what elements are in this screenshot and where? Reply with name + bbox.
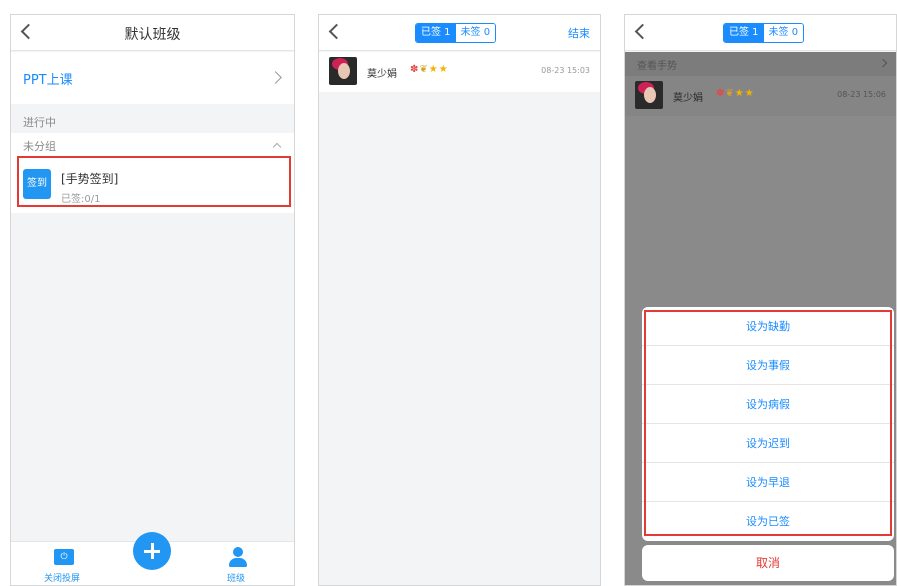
tab-unsigned[interactable]: 未签 0 bbox=[455, 24, 496, 42]
signed-tabs: 已签 1 未签 0 bbox=[723, 23, 805, 43]
ppt-class-label: PPT上课 bbox=[23, 73, 73, 88]
medal-icons: ✽❦★★ bbox=[716, 88, 755, 99]
view-gesture-row: 查看手势 bbox=[625, 52, 896, 76]
signin-time: 08-23 15:06 bbox=[837, 90, 886, 99]
screen-icon[interactable]: ⏻ bbox=[54, 549, 74, 565]
tab-unsigned[interactable]: 未签 0 bbox=[763, 24, 804, 42]
chevron-right-icon bbox=[878, 58, 888, 68]
screen-signin-list: 已签 1 未签 0 结束 莫少娟 ✽❦★★ 08-23 15:03 bbox=[318, 14, 601, 586]
person-icon[interactable] bbox=[233, 547, 243, 557]
end-button[interactable]: 结束 bbox=[568, 25, 590, 41]
top-bar: 已签 1 未签 0 bbox=[625, 15, 896, 51]
student-name: 莫少娟 bbox=[367, 69, 397, 80]
signin-time: 08-23 15:03 bbox=[541, 66, 590, 75]
screen-status-actions: 已签 1 未签 0 查看手势 莫少娟 ✽❦★★ 08-23 15:06 设为缺勤… bbox=[624, 14, 897, 586]
chevron-up-icon bbox=[272, 142, 282, 152]
avatar bbox=[329, 57, 357, 85]
student-row: 莫少娟 ✽❦★★ 08-23 15:06 bbox=[625, 76, 896, 116]
tab-signed[interactable]: 已签 1 bbox=[724, 24, 764, 42]
cancel-button[interactable]: 取消 bbox=[642, 545, 894, 581]
view-gesture-label: 查看手势 bbox=[637, 61, 677, 72]
medal-icons: ✽❦★★ bbox=[410, 64, 449, 75]
highlight-box-activity bbox=[17, 156, 291, 207]
top-bar: 默认班级 bbox=[11, 15, 294, 51]
student-name: 莫少娟 bbox=[673, 93, 703, 104]
page-title: 默认班级 bbox=[124, 27, 181, 43]
screen-class-activities: 默认班级 PPT上课 进行中 未分组 签到 [手势签到] 已签:0/1 ⏻ 关闭… bbox=[10, 14, 295, 586]
person-icon-body[interactable] bbox=[229, 558, 247, 567]
plus-icon-vertical bbox=[150, 543, 154, 559]
student-row[interactable]: 莫少娟 ✽❦★★ 08-23 15:03 bbox=[319, 52, 600, 92]
back-chevron-icon[interactable] bbox=[634, 23, 651, 40]
add-button[interactable] bbox=[133, 532, 171, 570]
ungrouped-label: 未分组 bbox=[23, 140, 56, 153]
signed-tabs: 已签 1 未签 0 bbox=[415, 23, 497, 43]
highlight-box-actions bbox=[644, 310, 892, 536]
class-tab-label[interactable]: 班级 bbox=[227, 571, 245, 584]
close-projection-label[interactable]: 关闭投屏 bbox=[44, 571, 80, 584]
bottom-bar: ⏻ 关闭投屏 班级 bbox=[11, 532, 294, 585]
chevron-right-icon bbox=[269, 71, 282, 84]
avatar bbox=[635, 81, 663, 109]
ppt-class-row[interactable]: PPT上课 bbox=[11, 52, 294, 104]
ungrouped-header[interactable]: 未分组 bbox=[11, 133, 294, 157]
top-bar: 已签 1 未签 0 结束 bbox=[319, 15, 600, 51]
in-progress-section-label: 进行中 bbox=[23, 116, 56, 129]
tab-signed[interactable]: 已签 1 bbox=[416, 24, 456, 42]
back-chevron-icon[interactable] bbox=[328, 23, 345, 40]
